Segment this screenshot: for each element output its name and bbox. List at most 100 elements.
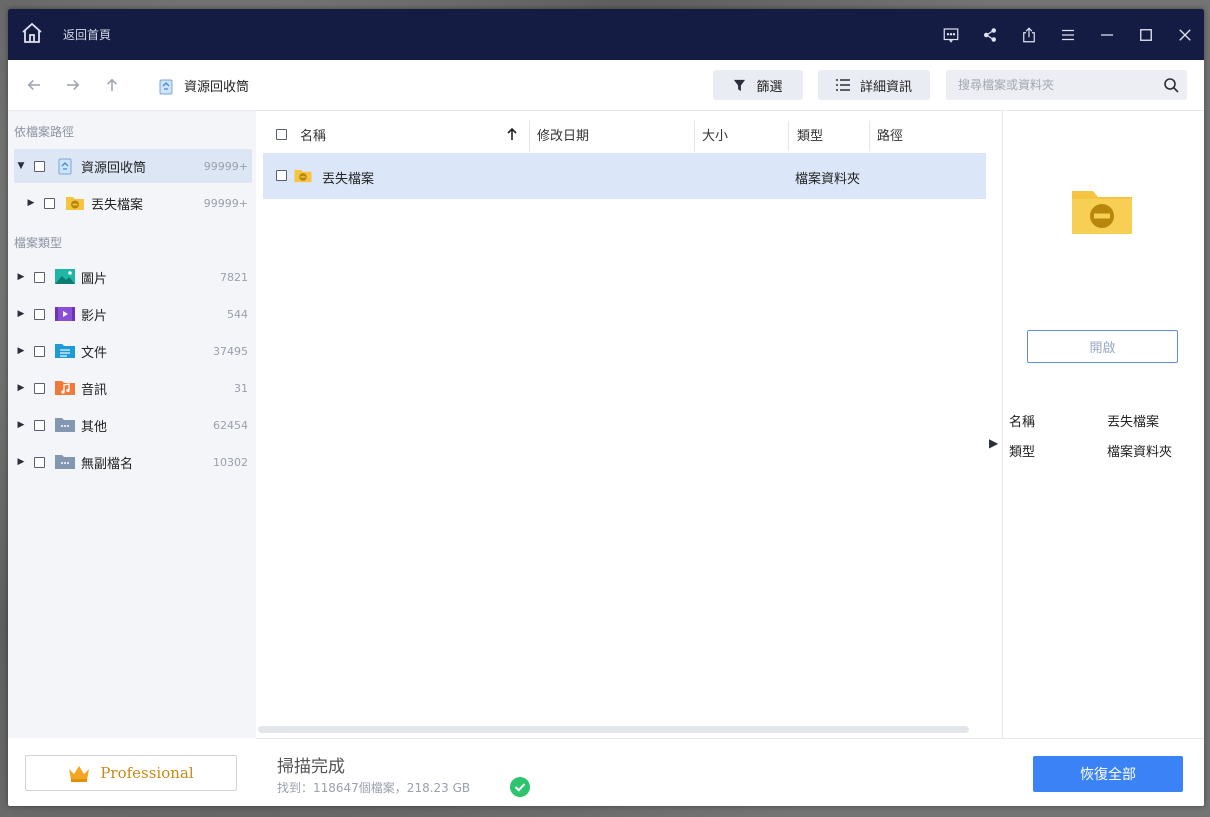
table-row[interactable]: 丟失檔案 檔案資料夾 [263, 153, 986, 199]
expand-right-icon[interactable]: ▶ [14, 272, 28, 282]
file-list: 名稱 修改日期 大小 類型 路徑 丟失檔案 檔案資料夾 [256, 111, 1002, 738]
row-name: 丟失檔案 [322, 172, 375, 187]
recover-all-label: 恢復全部 [1080, 767, 1136, 783]
column-type[interactable]: 類型 [797, 117, 823, 151]
checkbox[interactable] [34, 345, 45, 357]
close-icon[interactable] [1165, 9, 1204, 60]
sidebar: 依檔案路徑 ▼ 資源回收筒 99999+ ▶ 丟失檔案 99999+ 檔案類型 … [8, 111, 256, 738]
checkbox[interactable] [34, 271, 45, 283]
app-window: 返回首頁 資源回收筒 篩選 詳細資訊 搜尋檔案或資料夾 依檔案路徑 ▼ 資源回收… [8, 9, 1204, 806]
title-bar: 返回首頁 [8, 9, 1204, 60]
search-input[interactable] [958, 70, 1158, 100]
back-home-link[interactable]: 返回首頁 [63, 26, 111, 43]
expand-right-icon[interactable]: ▶ [14, 420, 28, 430]
item-count: 99999+ [203, 159, 248, 173]
toolbar: 資源回收筒 篩選 詳細資訊 [8, 60, 1204, 111]
expand-down-icon[interactable]: ▼ [14, 161, 28, 171]
crown-icon [69, 765, 90, 782]
sidebar-item-label: 資源回收筒 [81, 160, 147, 176]
details-button[interactable]: 詳細資訊 [818, 70, 930, 100]
sidebar-item-recycle-bin[interactable]: ▼ 資源回收筒 99999+ [14, 149, 252, 183]
horizontal-scrollbar[interactable] [258, 726, 969, 733]
forward-arrow-icon[interactable] [64, 76, 84, 96]
image-icon [55, 269, 75, 284]
lost-folder-icon [66, 197, 84, 210]
open-label: 開啟 [1089, 341, 1116, 356]
scan-status-title: 掃描完成 [277, 757, 345, 777]
panel-toggle-icon[interactable]: ▶ [989, 436, 998, 450]
back-arrow-icon[interactable] [25, 76, 45, 96]
expand-right-icon[interactable]: ▶ [14, 309, 28, 319]
lost-folder-icon [294, 169, 312, 183]
check-circle-icon [510, 777, 530, 797]
checkbox[interactable] [34, 382, 45, 394]
table-header: 名稱 修改日期 大小 類型 路徑 [263, 117, 986, 151]
sidebar-item-other[interactable]: ▶ 其他 62454 [14, 408, 252, 442]
checkbox[interactable] [34, 456, 45, 468]
sidebar-item-videos[interactable]: ▶ 影片 544 [14, 297, 252, 331]
prop-name-key: 名稱 [1009, 415, 1036, 430]
select-all-checkbox[interactable] [276, 128, 287, 140]
sidebar-item-label: 丟失檔案 [91, 197, 144, 213]
item-count: 7821 [220, 270, 248, 284]
column-modified[interactable]: 修改日期 [537, 117, 589, 151]
sidebar-item-images[interactable]: ▶ 圖片 7821 [14, 260, 252, 294]
maximize-icon[interactable] [1126, 9, 1165, 60]
breadcrumb-label[interactable]: 資源回收筒 [184, 76, 249, 95]
breadcrumb: 資源回收筒 [158, 76, 249, 95]
export-icon[interactable] [1009, 9, 1048, 60]
sidebar-item-audio[interactable]: ▶ 音訊 31 [14, 371, 252, 405]
checkbox[interactable] [34, 160, 45, 172]
type-heading: 檔案類型 [14, 236, 63, 250]
sort-ascending-icon[interactable] [507, 117, 517, 151]
checkbox[interactable] [34, 419, 45, 431]
search-box [946, 70, 1187, 100]
expand-right-icon[interactable]: ▶ [14, 346, 28, 356]
minimize-icon[interactable] [1087, 9, 1126, 60]
expand-right-icon[interactable]: ▶ [14, 457, 28, 467]
recycle-bin-icon [159, 79, 173, 94]
recover-all-button[interactable]: 恢復全部 [1033, 756, 1183, 792]
path-heading: 依檔案路徑 [14, 125, 75, 139]
video-icon [55, 307, 75, 321]
recycle-bin-icon [58, 158, 72, 175]
other-icon [55, 418, 75, 432]
list-icon [835, 79, 850, 91]
expand-right-icon[interactable]: ▶ [14, 383, 28, 393]
no-extension-icon [55, 455, 75, 469]
status-bar: 掃描完成 找到：118647個檔案，218.23 GB 恢復全部 [256, 738, 1204, 806]
prop-type-key: 類型 [1009, 445, 1036, 460]
sidebar-item-lost-files[interactable]: ▶ 丟失檔案 99999+ [24, 186, 252, 220]
filter-label: 篩選 [756, 79, 783, 95]
expand-right-icon[interactable]: ▶ [24, 198, 38, 208]
checkbox[interactable] [44, 197, 55, 209]
sidebar-item-label: 無副檔名 [81, 456, 134, 472]
professional-button[interactable]: Professional [25, 755, 237, 791]
sidebar-item-label: 圖片 [81, 271, 108, 287]
column-path[interactable]: 路徑 [877, 117, 903, 151]
item-count: 10302 [213, 455, 248, 469]
column-size[interactable]: 大小 [702, 117, 728, 151]
up-arrow-icon[interactable] [103, 76, 123, 96]
home-icon[interactable] [20, 21, 46, 47]
row-checkbox[interactable] [276, 170, 287, 181]
sidebar-item-label: 音訊 [81, 382, 108, 398]
scan-found-text: 找到：118647個檔案，218.23 GB [277, 781, 471, 795]
detail-panel: 開啟 ▶ 名稱 丟失檔案 類型 檔案資料夾 [989, 111, 1204, 738]
open-button[interactable]: 開啟 [1027, 330, 1178, 363]
sidebar-item-documents[interactable]: ▶ 文件 37495 [14, 334, 252, 368]
menu-icon[interactable] [1048, 9, 1087, 60]
item-count: 62454 [213, 418, 248, 432]
sidebar-item-label: 文件 [81, 345, 108, 361]
share-icon[interactable] [970, 9, 1009, 60]
filter-button[interactable]: 篩選 [713, 70, 803, 100]
feedback-icon[interactable] [931, 9, 970, 60]
search-icon[interactable] [1163, 77, 1179, 93]
column-name[interactable]: 名稱 [300, 117, 326, 151]
sidebar-item-no-extension[interactable]: ▶ 無副檔名 10302 [14, 445, 252, 479]
item-count: 37495 [213, 344, 248, 358]
prop-type-value: 檔案資料夾 [1107, 445, 1173, 460]
checkbox[interactable] [34, 308, 45, 320]
details-label: 詳細資訊 [859, 79, 912, 95]
professional-label: Professional [100, 764, 194, 782]
